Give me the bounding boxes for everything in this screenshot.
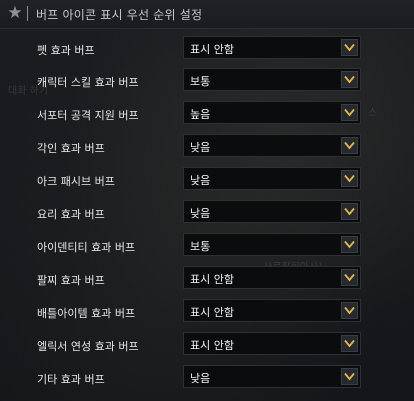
chevron-down-icon[interactable] [341,269,358,286]
dropdown-value: 표시 안함 [190,43,234,56]
row-label-other-buff: 기타 효과 버프 [37,373,105,386]
chevron-down-icon[interactable] [341,203,358,220]
dropdown-pet-buff[interactable]: 표시 안함 [183,36,361,59]
chevron-down-icon[interactable] [341,137,358,154]
row-label-cooking-buff: 요리 효과 버프 [37,208,105,221]
dropdown-supporter-attack-buff[interactable]: 높음 [183,101,361,124]
settings-panel: 대화 하기 스 사로잡힌아사] ★ 버프 아이콘 표시 우선 순위 설정 펫 효… [0,0,414,401]
row-label-identity-buff: 아이덴티티 효과 버프 [37,241,136,254]
dropdown-value: 표시 안함 [190,339,234,352]
header-divider [27,6,28,21]
dropdown-battle-item-buff[interactable]: 표시 안함 [183,299,361,322]
panel-title: 버프 아이콘 표시 우선 순위 설정 [36,8,203,22]
row-label-character-skill-buff: 캐릭터 스킬 효과 버프 [37,76,139,89]
dropdown-cooking-buff[interactable]: 낮음 [183,200,361,223]
chevron-down-icon[interactable] [341,335,358,352]
dropdown-value: 높음 [190,108,211,121]
dropdown-value: 표시 안함 [190,273,234,286]
dropdown-bracelet-buff[interactable]: 표시 안함 [183,266,361,289]
dropdown-engraving-buff[interactable]: 낮음 [183,134,361,157]
row-label-engraving-buff: 각인 효과 버프 [37,142,105,155]
chevron-down-icon[interactable] [341,71,358,88]
chevron-down-icon[interactable] [341,368,358,385]
dropdown-other-buff[interactable]: 낮음 [183,365,361,388]
dropdown-value: 보통 [190,240,211,253]
dropdown-value: 보통 [190,75,211,88]
chevron-down-icon[interactable] [341,104,358,121]
chevron-down-icon[interactable] [341,236,358,253]
row-label-ark-passive-buff: 아크 패시브 버프 [37,175,115,188]
row-label-pet-buff: 펫 효과 버프 [37,44,95,57]
dropdown-ark-passive-buff[interactable]: 낮음 [183,167,361,190]
dropdown-elixir-buff[interactable]: 표시 안함 [183,332,361,355]
row-label-battle-item-buff: 배틀아이템 효과 버프 [37,307,136,320]
dropdown-value: 낮음 [190,207,211,220]
chevron-down-icon[interactable] [341,302,358,319]
row-label-supporter-attack-buff: 서포터 공격 지원 버프 [37,109,139,122]
chevron-down-icon[interactable] [341,170,358,187]
row-label-bracelet-buff: 팔찌 효과 버프 [37,274,105,287]
dropdown-value: 낮음 [190,141,211,154]
panel-header: ★ 버프 아이콘 표시 우선 순위 설정 [0,0,414,29]
dropdown-character-skill-buff[interactable]: 보통 [183,68,361,91]
background-text-2: 스 [368,108,378,119]
dropdown-value: 낮음 [190,174,211,187]
dropdown-identity-buff[interactable]: 보통 [183,233,361,256]
row-label-elixir-buff: 엘릭서 연성 효과 버프 [37,340,139,353]
dropdown-value: 표시 안함 [190,306,234,319]
star-icon: ★ [7,3,23,23]
dropdown-value: 낮음 [190,372,211,385]
chevron-down-icon[interactable] [341,39,358,56]
